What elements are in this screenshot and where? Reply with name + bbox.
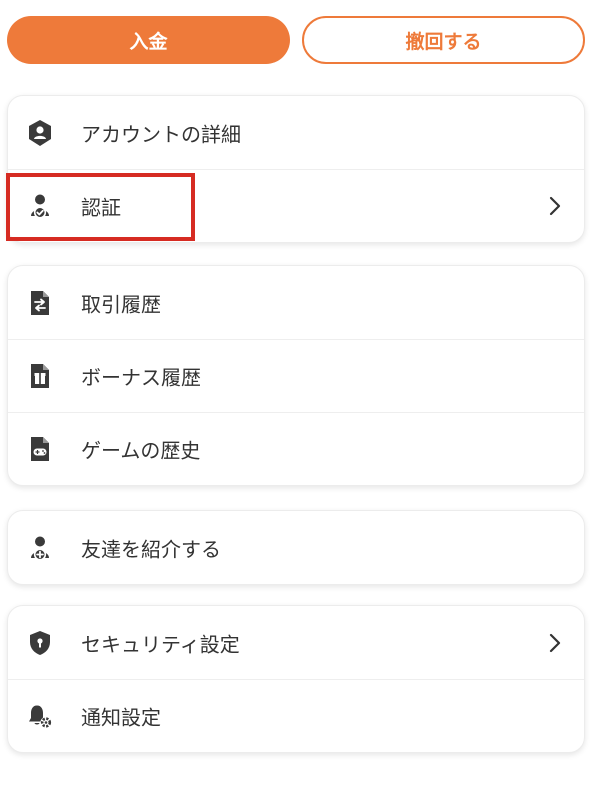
deposit-button[interactable]: 入金 bbox=[7, 16, 290, 64]
bonus-history-item[interactable]: ボーナス履歴 bbox=[8, 339, 584, 412]
settings-menu-card: セキュリティ設定 通知設定 bbox=[7, 605, 585, 753]
game-doc-icon bbox=[26, 435, 54, 463]
transaction-history-label: 取引履歴 bbox=[81, 292, 161, 316]
security-settings-item[interactable]: セキュリティ設定 bbox=[8, 606, 584, 679]
account-shield-icon bbox=[26, 119, 54, 147]
verification-label: 認証 bbox=[81, 195, 121, 220]
referral-menu-card: 友達を紹介する bbox=[7, 510, 585, 585]
security-settings-label: セキュリティ設定 bbox=[81, 632, 240, 656]
notification-settings-label: 通知設定 bbox=[81, 705, 161, 730]
account-details-label: アカウントの詳細 bbox=[81, 122, 241, 146]
game-history-item[interactable]: ゲームの歴史 bbox=[8, 412, 584, 485]
account-menu-card: アカウントの詳細 認証 bbox=[7, 95, 585, 243]
game-history-label: ゲームの歴史 bbox=[81, 438, 201, 463]
transaction-doc-icon bbox=[26, 289, 54, 317]
transaction-history-item[interactable]: 取引履歴 bbox=[8, 266, 584, 339]
bell-settings-icon bbox=[26, 702, 54, 730]
account-details-item[interactable]: アカウントの詳細 bbox=[8, 96, 584, 169]
verified-user-icon bbox=[26, 192, 54, 220]
withdraw-button[interactable]: 撤回する bbox=[302, 16, 585, 64]
verification-item[interactable]: 認証 bbox=[8, 169, 584, 242]
refer-friend-item[interactable]: 友達を紹介する bbox=[8, 511, 584, 584]
refer-friend-label: 友達を紹介する bbox=[81, 537, 221, 561]
add-user-icon bbox=[26, 534, 54, 562]
notification-settings-item[interactable]: 通知設定 bbox=[8, 679, 584, 752]
security-shield-icon bbox=[26, 629, 54, 657]
history-menu-card: 取引履歴 ボーナス履歴 ゲームの歴史 bbox=[7, 265, 585, 486]
bonus-doc-icon bbox=[26, 362, 54, 390]
bonus-history-label: ボーナス履歴 bbox=[81, 365, 201, 390]
chevron-right-icon bbox=[548, 633, 562, 653]
chevron-right-icon bbox=[548, 196, 562, 216]
